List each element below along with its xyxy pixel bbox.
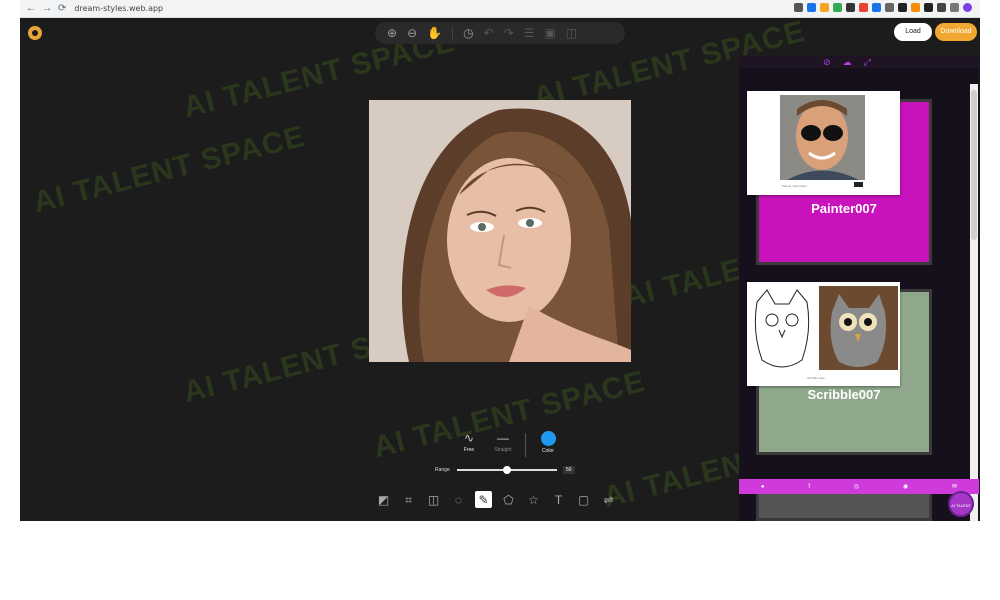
whatsapp-icon[interactable]: ◎ [854, 483, 859, 490]
hand-icon[interactable]: ✋ [427, 27, 442, 39]
text-icon[interactable]: T [550, 491, 567, 508]
adjust-icon[interactable]: ⇌ [600, 491, 617, 508]
browser-toolbar: ← → ⟳ dream-styles.web.app [20, 0, 980, 18]
extension-icon[interactable] [937, 3, 946, 12]
page: ← → ⟳ dream-styles.web.app AI TALENT SPA… [0, 0, 1000, 600]
canvas-image[interactable] [369, 100, 631, 362]
style-card-next[interactable] [756, 491, 932, 521]
crop-icon[interactable]: ⌗ [400, 491, 417, 508]
extension-icon[interactable] [846, 3, 855, 12]
shape-icon[interactable]: ⬠ [500, 491, 517, 508]
range-label: Range [435, 467, 450, 473]
expand-icon[interactable]: ⤢ [864, 57, 871, 67]
ai-talent-button[interactable]: AI TALENT [948, 491, 974, 517]
scribble-preview-image [754, 286, 898, 370]
range-slider-handle[interactable] [503, 466, 511, 474]
cloud-icon[interactable]: ☁ [843, 57, 852, 67]
history-icon[interactable]: ◷ [463, 27, 473, 39]
extension-icon[interactable] [859, 3, 868, 12]
brush-free-option[interactable]: ∿ Free [457, 431, 481, 453]
color-swatch[interactable] [540, 431, 556, 446]
frame-icon[interactable]: ▢ [575, 491, 592, 508]
range-slider[interactable] [457, 466, 557, 474]
forward-icon[interactable]: → [42, 3, 52, 14]
hide-icon[interactable]: ⊘ [823, 57, 831, 67]
free-line-icon: ∿ [463, 431, 475, 445]
brush-color-option[interactable]: Color [536, 431, 560, 454]
filter-icon[interactable]: ◩ [375, 491, 392, 508]
app-logo[interactable] [28, 26, 42, 40]
brush-options: ∿ Free — Straight Color [457, 431, 560, 457]
profile-avatar[interactable] [963, 3, 972, 12]
redo-icon[interactable]: ↷ [504, 27, 514, 39]
top-toolbar: ⊕ ⊖ ✋ ◷ ↶ ↷ ☰ ▣ ◫ [375, 22, 625, 44]
painter-preview-image [780, 95, 865, 187]
extension-icon[interactable] [924, 3, 933, 12]
panel-scrollbar-thumb[interactable] [971, 90, 977, 240]
split-icon[interactable]: ◫ [566, 27, 577, 39]
panel-scrollbar[interactable] [970, 84, 978, 521]
browser-extensions [794, 3, 972, 12]
extension-icon[interactable] [885, 3, 894, 12]
extension-icon[interactable] [820, 3, 829, 12]
layers-icon[interactable]: ☰ [524, 27, 535, 39]
extension-icon[interactable] [872, 3, 881, 12]
draw-icon[interactable]: ✎ [475, 491, 492, 508]
brush-divider [525, 433, 526, 457]
range-value: 50 [563, 466, 575, 474]
address-bar[interactable]: dream-styles.web.app [74, 4, 163, 13]
reload-icon[interactable]: ⟳ [58, 3, 66, 14]
brush-color-label: Color [542, 448, 554, 454]
style-card-title: Painter007 [811, 201, 877, 216]
rotate-icon[interactable]: ◌ [450, 491, 467, 508]
undo-icon[interactable]: ↶ [484, 27, 494, 39]
zoom-in-icon[interactable]: ⊕ [387, 27, 397, 39]
extension-icon[interactable] [807, 3, 816, 12]
compare-icon[interactable]: ▣ [544, 27, 555, 39]
pinterest-icon[interactable]: ◉ [903, 483, 908, 490]
preview-caption: Painter style photo [782, 184, 807, 188]
style-card-title: Scribble007 [807, 387, 881, 402]
load-button[interactable]: Load [894, 23, 932, 41]
extension-icon[interactable] [911, 3, 920, 12]
extension-icon[interactable] [950, 3, 959, 12]
browser-nav: ← → ⟳ [26, 3, 66, 14]
zoom-out-icon[interactable]: ⊖ [407, 27, 417, 39]
email-icon[interactable]: ✉ [952, 483, 957, 490]
preview-caption: Scribble style [807, 376, 825, 380]
panel-header: ⊘ ☁ ⤢ [739, 56, 979, 68]
share-icon[interactable]: ● [761, 484, 765, 490]
social-bar: ● f ◎ ◉ ✉ [739, 479, 979, 494]
style-preview-painter: Painter style photo [747, 91, 900, 195]
style-preview-scribble: Scribble style [747, 282, 900, 386]
facebook-icon[interactable]: f [808, 484, 810, 490]
flip-icon[interactable]: ◫ [425, 491, 442, 508]
brush-straight-label: Straight [494, 447, 512, 453]
portrait-photo [369, 100, 631, 362]
extension-icon[interactable] [833, 3, 842, 12]
back-icon[interactable]: ← [26, 3, 36, 14]
straight-line-icon: — [497, 431, 509, 445]
brush-straight-option[interactable]: — Straight [491, 431, 515, 453]
brush-free-label: Free [463, 447, 475, 453]
extension-icon[interactable] [898, 3, 907, 12]
extension-icon[interactable] [794, 3, 803, 12]
toolbar-divider [452, 27, 454, 39]
sticker-icon[interactable]: ☆ [525, 491, 542, 508]
bottom-toolbar: ◩ ⌗ ◫ ◌ ✎ ⬠ ☆ T ▢ ⇌ [375, 491, 617, 508]
styles-panel: ⊘ ☁ ⤢ Painter007 Painter style photo Scr… [739, 56, 979, 521]
range-control: Range 50 [435, 466, 575, 474]
editor-app: AI TALENT SPACE AI TALENT SPACE AI TALEN… [20, 18, 980, 521]
download-button[interactable]: Download [935, 23, 977, 41]
watermark-text: AI TALENT SPACE [30, 119, 309, 220]
